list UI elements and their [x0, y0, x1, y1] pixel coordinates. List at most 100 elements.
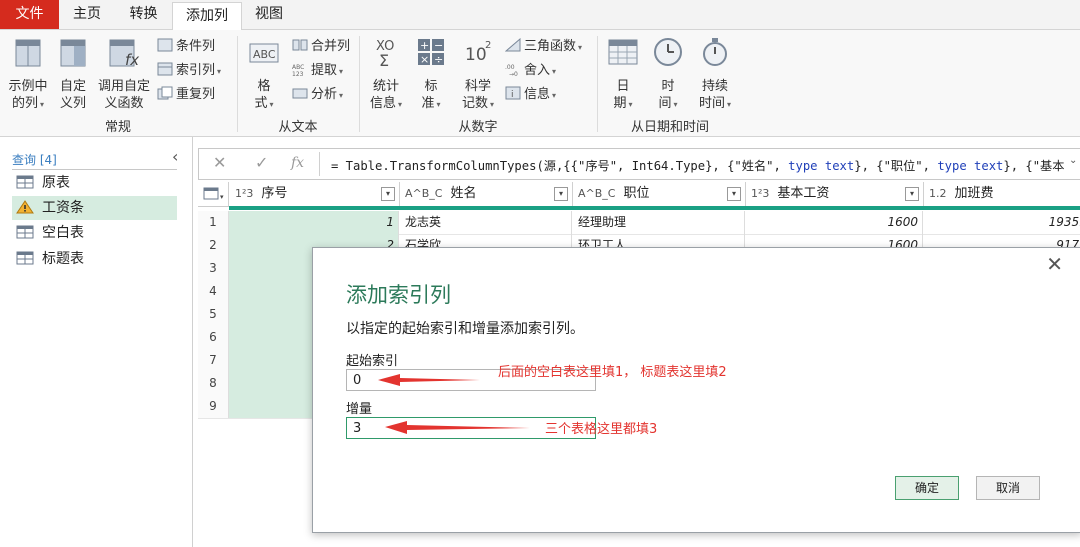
invoke-custom-function-button[interactable]: fx 调用自定 义函数 [96, 36, 152, 112]
cancel-button[interactable]: 取消 [976, 476, 1040, 500]
row-number: 5 [198, 303, 229, 326]
format-abc-icon: ABC [249, 43, 279, 63]
query-item-kongbaibiao[interactable]: 空白表 [12, 221, 177, 245]
conditional-column-icon [157, 38, 173, 52]
svg-text:Σ: Σ [379, 51, 389, 68]
svg-text:i: i [511, 90, 514, 100]
svg-text:−: − [434, 39, 443, 52]
start-index-label: 起始索引 [346, 354, 399, 369]
commit-check-icon[interactable]: ✓ [255, 153, 268, 172]
column-header-base-salary[interactable]: 1²3 基本工资 ▾ [745, 182, 924, 206]
cell-overtime[interactable]: 1935. [923, 211, 1080, 234]
cell-position[interactable]: 经理助理 [572, 211, 745, 234]
tab-view[interactable]: 视图 [240, 0, 298, 29]
table-icon [16, 225, 34, 239]
ribbon-tab-bar: 文件 主页 转换 添加列 视图 [0, 0, 1080, 31]
column-from-examples-button[interactable]: 示例中 的列 ▾ [4, 36, 52, 113]
ribbon-panel: 示例中 的列 ▾ 自定 义列 fx 调用自定 义函数 条件列 索引列 ▾ 重复列 常规 A… [0, 30, 1080, 137]
trigonometry-icon [505, 38, 521, 52]
cancel-x-icon[interactable]: ✕ [213, 153, 226, 172]
annotation-increment: 三个表格这里都填3 [545, 422, 658, 437]
table-row[interactable]: 1 1 龙志英 经理助理 1600 1935. [198, 211, 1080, 235]
group-label-from-datetime: 从日期和时间 [630, 120, 709, 135]
svg-text:×: × [420, 53, 429, 66]
dialog-title: 添加索引列 [346, 283, 451, 307]
svg-text:+: + [420, 39, 429, 52]
fx-icon[interactable]: fx [291, 155, 304, 171]
parse-button[interactable]: 分析 ▾ [292, 85, 343, 105]
ok-button[interactable]: 确定 [895, 476, 959, 500]
merge-columns-button[interactable]: 合并列 [292, 37, 350, 57]
cell-name[interactable]: 龙志英 [399, 211, 572, 234]
rounding-button[interactable]: .00 →0 舍入 ▾ [505, 61, 556, 81]
cell-id[interactable]: 1 [229, 211, 399, 234]
tab-file[interactable]: 文件 [0, 0, 59, 29]
extract-button[interactable]: ABC 123 提取 ▾ [292, 61, 343, 81]
svg-text:10: 10 [465, 45, 487, 65]
filter-dropdown-icon[interactable]: ▾ [381, 187, 395, 201]
warning-icon [16, 200, 34, 214]
column-header-position[interactable]: A^B_C 职位 ▾ [572, 182, 746, 206]
index-column-button[interactable]: 索引列 ▾ [157, 61, 221, 81]
date-button[interactable]: 日期 ▾ [606, 36, 640, 113]
close-icon[interactable]: ✕ [1046, 252, 1063, 276]
stopwatch-icon [703, 38, 727, 66]
format-button[interactable]: ABC 格式 ▾ [244, 36, 284, 113]
information-button[interactable]: i 信息 ▾ [505, 85, 556, 105]
time-button[interactable]: 时间 ▾ [650, 36, 686, 113]
rounding-icon: .00→0 [505, 64, 518, 76]
extract-icon: ABC123 [292, 64, 304, 76]
information-icon: i [505, 86, 521, 100]
add-index-column-dialog: ✕ 添加索引列 以指定的起始索引和增量添加索引列。 起始索引 0 增量 3 确定… [312, 247, 1080, 533]
duplicate-column-button[interactable]: 重复列 [157, 85, 215, 105]
expand-chevron-icon[interactable]: ⌄ [1069, 155, 1077, 166]
cell-base-salary[interactable]: 1600 [745, 211, 923, 234]
merge-columns-icon [292, 39, 308, 51]
row-number: 7 [198, 349, 229, 372]
custom-column-icon [60, 39, 86, 67]
increment-label: 增量 [346, 402, 373, 417]
standard-operators-icon: + −× ÷ [418, 39, 444, 66]
column-header-overtime[interactable]: 1.2 加班费 [923, 182, 1080, 206]
parse-icon [292, 88, 308, 99]
collapse-chevron-icon[interactable]: ‹ [172, 147, 178, 166]
column-header-id[interactable]: 1²3 序号 ▾ [229, 182, 400, 206]
statistics-button[interactable]: XO Σ 统计 信息 ▾ [364, 36, 408, 113]
filter-dropdown-icon[interactable]: ▾ [727, 187, 741, 201]
scientific-button[interactable]: 10 2 科学 记数 ▾ [456, 36, 500, 113]
tab-transform[interactable]: 转换 [115, 0, 172, 29]
duplicate-column-icon [157, 86, 173, 100]
table-icon [16, 251, 34, 265]
grid-header: ▾ 1²3 序号 ▾ A^B_C 姓名 ▾ A^B_C 职位 ▾ 1²3 基本工资 ▾ 1.2 加… [198, 182, 1080, 207]
query-item-yuanbiao[interactable]: 原表 [12, 171, 177, 195]
custom-column-button[interactable]: 自定 义列 [54, 36, 92, 112]
column-header-name[interactable]: A^B_C 姓名 ▾ [399, 182, 573, 206]
tab-home[interactable]: 主页 [59, 0, 115, 29]
filter-dropdown-icon[interactable]: ▾ [905, 187, 919, 201]
queries-header: 查询 [4] [12, 153, 57, 167]
svg-text:ABC: ABC [253, 48, 276, 61]
clock-icon [654, 38, 682, 66]
query-item-gongzitiao[interactable]: 工资条 [12, 196, 177, 220]
function-icon: fx [109, 39, 139, 69]
formula-input[interactable]: = Table.TransformColumnTypes(源,{{"序号", I… [331, 156, 1064, 174]
row-number: 3 [198, 257, 229, 280]
queries-pane: 查询 [4] ‹ 原表 工资条 空白表 标题表 [0, 137, 193, 547]
tab-add-column[interactable]: 添加列 [172, 2, 242, 31]
svg-text:▾: ▾ [220, 193, 224, 201]
index-column-icon [157, 62, 173, 76]
example-column-icon [15, 39, 41, 67]
conditional-column-button[interactable]: 条件列 [157, 37, 215, 57]
standard-button[interactable]: + − × ÷ 标准 ▾ [412, 36, 450, 113]
trigonometry-button[interactable]: 三角函数 ▾ [505, 37, 582, 57]
table-menu-icon[interactable]: ▾ [198, 182, 229, 206]
formula-separator [319, 152, 320, 176]
table-icon [16, 175, 34, 189]
query-item-biaotibiao[interactable]: 标题表 [12, 247, 177, 271]
duration-button[interactable]: 持续 时间 ▾ [694, 36, 736, 113]
svg-text:2: 2 [485, 40, 491, 51]
filter-dropdown-icon[interactable]: ▾ [554, 187, 568, 201]
scientific-notation-icon: 102 [465, 40, 491, 65]
svg-text:123: 123 [292, 71, 304, 76]
formula-bar: ✕ ✓ fx = Table.TransformColumnTypes(源,{{… [198, 148, 1080, 180]
